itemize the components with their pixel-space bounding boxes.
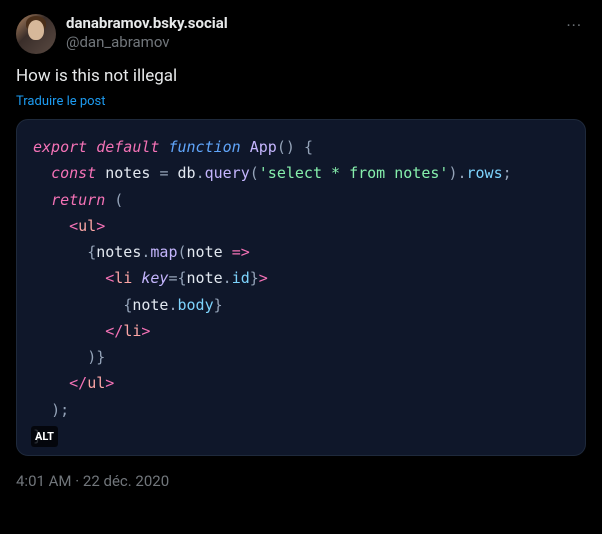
fn-query: query [205, 164, 250, 182]
ul-close-gt: > [105, 374, 114, 392]
post-text: How is this not illegal [16, 66, 586, 86]
ul-close-tag: ul [87, 374, 105, 392]
ul-open-lt: < [69, 217, 78, 235]
ident-notes: notes [105, 164, 150, 182]
body-brace-open: { [123, 296, 132, 314]
paren-open2: ( [114, 191, 123, 209]
ul-open-gt: > [96, 217, 105, 235]
kw-const: const [51, 164, 96, 182]
kw-export: export [33, 138, 87, 156]
equals: = [159, 164, 168, 182]
arrow: => [232, 243, 250, 261]
alt-badge[interactable]: ALT [31, 426, 58, 447]
li-close-gt: > [141, 322, 150, 340]
translate-link[interactable]: Traduire le post [16, 94, 106, 109]
li-close-lt: </ [105, 322, 123, 340]
more-icon[interactable]: ··· [562, 14, 586, 37]
ul-tag: ul [78, 217, 96, 235]
ident-db: db [178, 164, 196, 182]
ident-notes2: notes [96, 243, 141, 261]
prop-body: body [178, 296, 214, 314]
dot4: . [223, 269, 232, 287]
eq: = [168, 269, 177, 287]
paren-open: ( [250, 164, 259, 182]
code-block: export default function App() { const no… [33, 134, 569, 449]
li-close-tag: li [123, 322, 141, 340]
kw-default: default [96, 138, 159, 156]
dot1: . [196, 164, 205, 182]
li-open-lt: < [105, 269, 114, 287]
paren-open3: ( [178, 243, 187, 261]
timestamp[interactable]: 4:01 AM · 22 déc. 2020 [16, 472, 586, 490]
kw-return: return [51, 191, 105, 209]
note-ref2: note [132, 296, 168, 314]
query-string: 'select * from notes' [259, 164, 449, 182]
post-date: 22 déc. 2020 [83, 472, 169, 490]
post-header: danabramov.bsky.social @dan_abramov ··· [16, 14, 586, 54]
jsx-brace-open: { [87, 243, 96, 261]
attr-key: key [141, 269, 168, 287]
kw-function: function [168, 138, 240, 156]
fn-app: App [250, 138, 277, 156]
display-name: danabramov.bsky.social [66, 14, 562, 33]
key-brace-close: } [250, 269, 259, 287]
author-names[interactable]: danabramov.bsky.social @dan_abramov [66, 14, 562, 52]
dot5: . [168, 296, 177, 314]
prop-rows: rows [467, 164, 503, 182]
fn-map: map [150, 243, 177, 261]
post-time: 4:01 AM [16, 472, 72, 490]
key-brace-open: { [178, 269, 187, 287]
body-brace-close: } [214, 296, 223, 314]
li-open-gt: > [259, 269, 268, 287]
brace-open: { [304, 138, 313, 156]
dot2: . [457, 164, 466, 182]
handle: @dan_abramov [66, 33, 562, 52]
ul-close-lt: </ [69, 374, 87, 392]
parens: () [277, 138, 295, 156]
semi: ; [503, 164, 512, 182]
post-container: danabramov.bsky.social @dan_abramov ··· … [0, 0, 602, 502]
note-ref1: note [187, 269, 223, 287]
timestamp-sep: · [72, 472, 83, 490]
code-image[interactable]: export default function App() { const no… [16, 119, 586, 456]
map-close: )} [87, 348, 105, 366]
avatar[interactable] [16, 14, 56, 54]
param-note: note [187, 243, 223, 261]
prop-id: id [232, 269, 250, 287]
li-tag: li [114, 269, 132, 287]
ret-close: ); [51, 401, 69, 419]
